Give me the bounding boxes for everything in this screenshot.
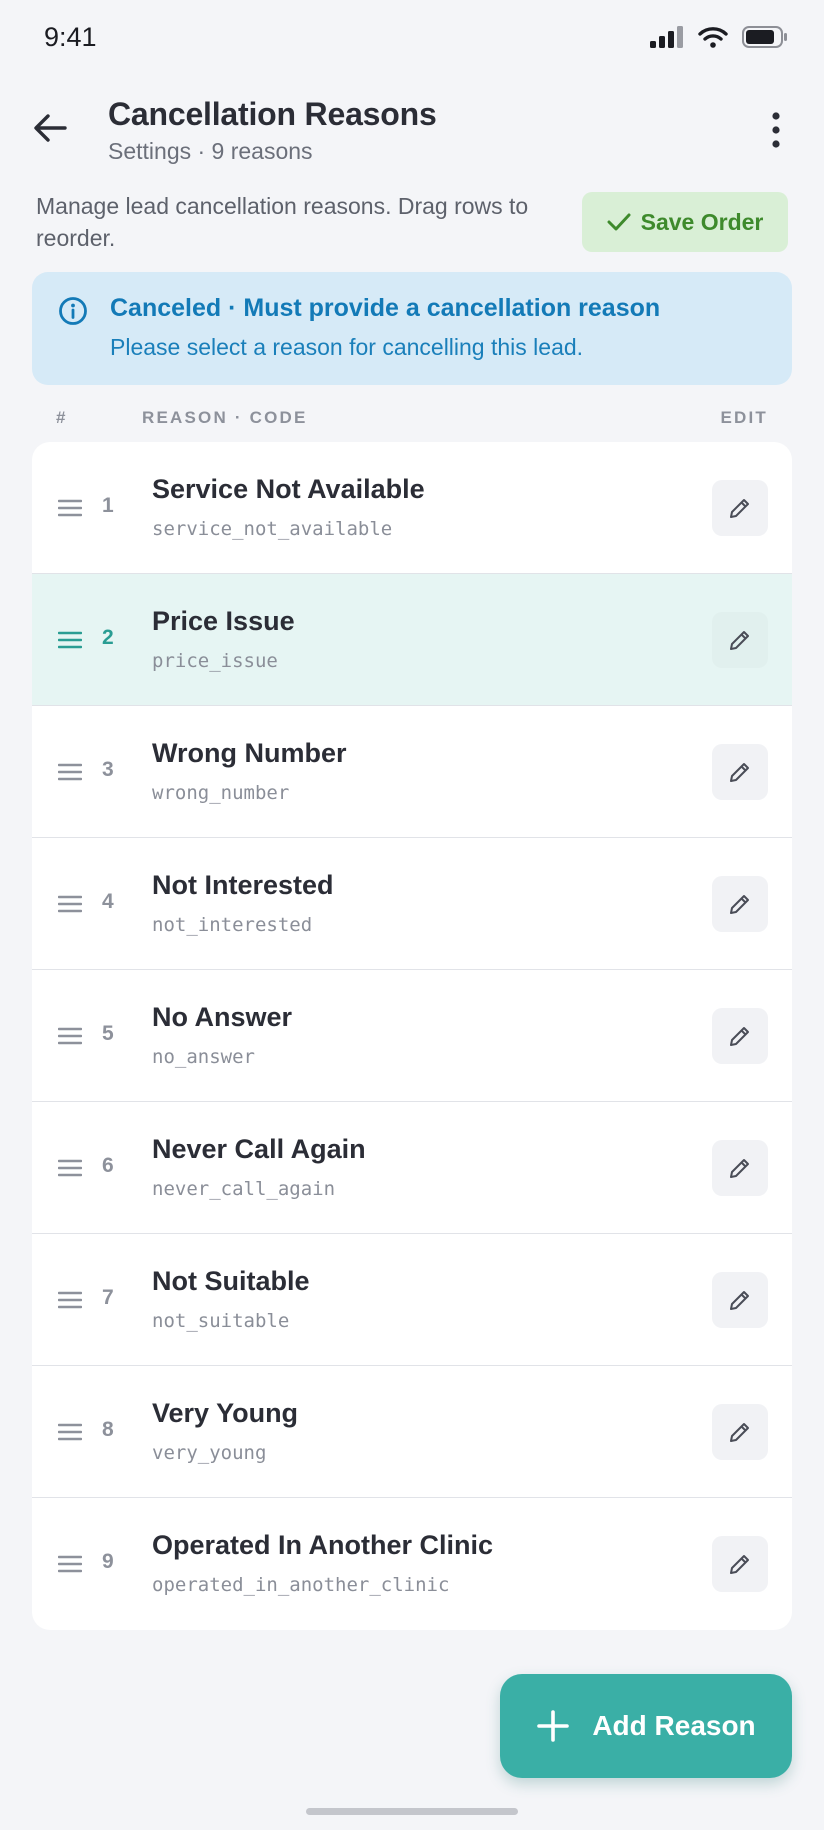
pencil-icon [730, 499, 749, 518]
edit-reason-button[interactable] [712, 612, 768, 668]
wifi-icon [698, 27, 728, 48]
reason-number: 7 [102, 1286, 114, 1309]
drag-handle-icon[interactable] [58, 1290, 82, 1310]
pencil-icon [730, 895, 749, 914]
reason-code: not_interested [152, 914, 313, 936]
reason-number: 8 [102, 1418, 114, 1441]
reason-name: Operated In Another Clinic [152, 1530, 494, 1560]
edit-reason-button[interactable] [712, 1404, 768, 1460]
battery-icon [742, 26, 787, 48]
reason-name: Service Not Available [152, 474, 425, 504]
reason-name: Not Interested [152, 870, 334, 900]
reason-code: price_issue [152, 650, 278, 672]
page-description: Manage lead cancellation reasons. Drag r… [36, 193, 529, 251]
status-bar: 9:41 [0, 0, 824, 80]
pencil-icon [730, 1159, 749, 1178]
reason-name: Never Call Again [152, 1134, 366, 1164]
reason-code: wrong_number [152, 782, 290, 804]
drag-handle-icon[interactable] [58, 1026, 82, 1046]
save-order-label: Save Order [640, 208, 764, 235]
home-indicator[interactable] [306, 1808, 518, 1815]
reason-number: 1 [102, 494, 114, 517]
reason-row[interactable]: 9 Operated In Another Clinic operated_in… [32, 1498, 792, 1630]
back-button[interactable] [28, 106, 72, 150]
pencil-icon [730, 1555, 749, 1574]
reason-number: 9 [102, 1550, 114, 1573]
page-title: Cancellation Reasons [108, 96, 437, 132]
edit-reason-button[interactable] [712, 1008, 768, 1064]
edit-reason-button[interactable] [712, 744, 768, 800]
add-reason-label: Add Reason [592, 1710, 756, 1741]
reason-row-active[interactable]: 2 Price Issue price_issue [32, 574, 792, 706]
check-icon [607, 213, 631, 231]
edit-reason-button[interactable] [712, 876, 768, 932]
app-header: Cancellation Reasons Settings · 9 reason… [0, 92, 824, 172]
drag-handle-icon[interactable] [58, 762, 82, 782]
reason-row[interactable]: 7 Not Suitable not_suitable [32, 1234, 792, 1366]
reason-name: Not Suitable [152, 1266, 310, 1296]
column-header-reason: REASON · CODE [142, 408, 308, 427]
reason-code: very_young [152, 1442, 267, 1464]
pencil-icon [730, 1027, 749, 1046]
arrow-left-icon [34, 114, 67, 142]
banner-text: Please select a reason for cancelling th… [110, 334, 584, 360]
edit-reason-button[interactable] [712, 1536, 768, 1592]
save-order-button[interactable]: Save Order [582, 192, 788, 252]
pencil-icon [730, 763, 749, 782]
reason-row[interactable]: 8 Very Young very_young [32, 1366, 792, 1498]
edit-reason-button[interactable] [712, 1140, 768, 1196]
reason-name: No Answer [152, 1002, 293, 1032]
pencil-icon [730, 1291, 749, 1310]
edit-reason-button[interactable] [712, 480, 768, 536]
reason-row[interactable]: 6 Never Call Again never_call_again [32, 1102, 792, 1234]
reason-number: 2 [102, 626, 114, 649]
page-subtitle: Settings · 9 reasons [108, 138, 313, 164]
status-time: 9:41 [44, 22, 97, 52]
more-vertical-icon [772, 112, 780, 148]
reason-number: 6 [102, 1154, 114, 1177]
drag-handle-icon[interactable] [58, 630, 82, 650]
column-header-number: # [56, 408, 68, 427]
reason-code: operated_in_another_clinic [152, 1574, 450, 1596]
reason-number: 4 [102, 890, 114, 913]
info-icon [59, 297, 87, 325]
reason-row[interactable]: 1 Service Not Available service_not_avai… [32, 442, 792, 574]
reason-number: 5 [102, 1022, 114, 1045]
info-banner: Canceled · Must provide a cancellation r… [32, 272, 792, 385]
add-reason-button[interactable]: Add Reason [500, 1674, 792, 1778]
drag-handle-icon[interactable] [58, 1554, 82, 1574]
banner-title: Canceled · Must provide a cancellation r… [110, 294, 661, 322]
edit-reason-button[interactable] [712, 1272, 768, 1328]
more-options-button[interactable] [756, 108, 796, 152]
reason-code: never_call_again [152, 1178, 336, 1200]
pencil-icon [730, 1423, 749, 1442]
status-icons [650, 26, 788, 48]
drag-handle-icon[interactable] [58, 1158, 82, 1178]
reason-code: no_answer [152, 1046, 255, 1068]
reason-list: 1 Service Not Available service_not_avai… [32, 442, 792, 1630]
reason-name: Wrong Number [152, 738, 347, 768]
reason-name: Very Young [152, 1398, 299, 1428]
column-header-edit: EDIT [720, 408, 768, 427]
reason-row[interactable]: 4 Not Interested not_interested [32, 838, 792, 970]
reason-row[interactable]: 5 No Answer no_answer [32, 970, 792, 1102]
reason-code: not_suitable [152, 1310, 290, 1332]
drag-handle-icon[interactable] [58, 1422, 82, 1442]
reason-code: service_not_available [152, 518, 393, 540]
pencil-icon [730, 631, 749, 650]
drag-handle-icon[interactable] [58, 894, 82, 914]
plus-icon [537, 1710, 570, 1742]
reason-name: Price Issue [152, 606, 295, 636]
signal-icon [650, 26, 683, 48]
reason-row[interactable]: 3 Wrong Number wrong_number [32, 706, 792, 838]
reason-number: 3 [102, 758, 114, 781]
drag-handle-icon[interactable] [58, 498, 82, 518]
